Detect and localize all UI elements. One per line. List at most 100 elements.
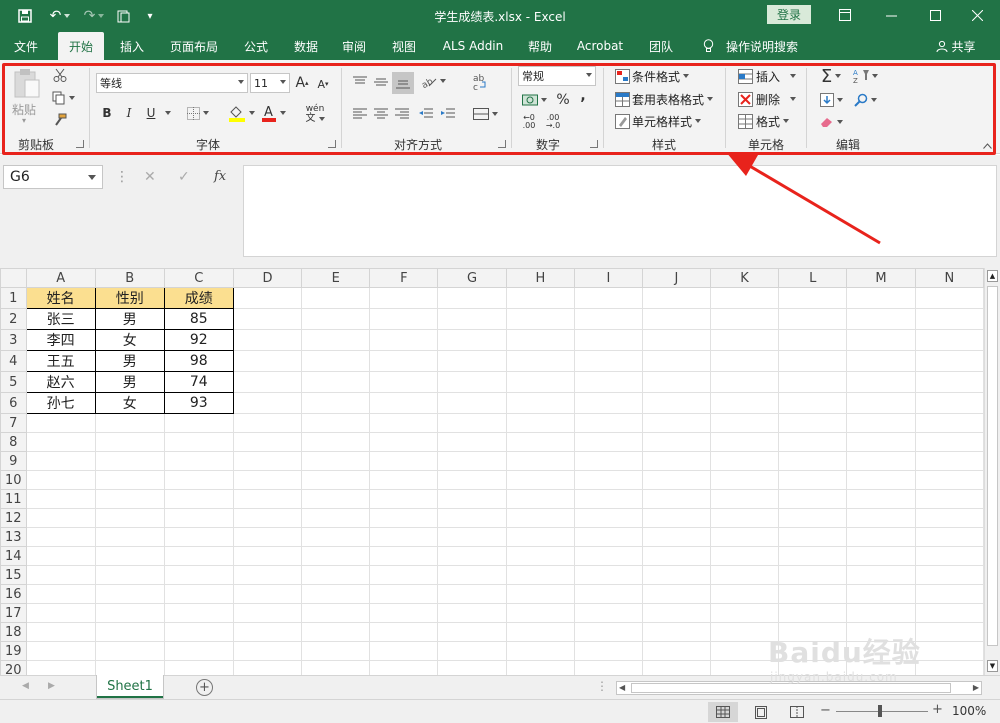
cell[interactable]	[94, 413, 165, 433]
cell[interactable]	[778, 451, 848, 471]
column-header[interactable]: D	[232, 268, 303, 288]
cell[interactable]	[709, 546, 780, 566]
align-right-icon[interactable]	[392, 104, 412, 124]
add-sheet-icon[interactable]: +	[196, 679, 213, 696]
cell[interactable]	[505, 413, 575, 433]
cell[interactable]	[369, 287, 439, 309]
cell[interactable]	[369, 546, 439, 566]
cell[interactable]	[301, 392, 371, 414]
confirm-entry-icon[interactable]: ✓	[178, 169, 190, 185]
format-as-table-button[interactable]: 套用表格格式	[632, 91, 714, 107]
cell[interactable]	[505, 451, 575, 471]
cell[interactable]	[94, 641, 165, 661]
cell[interactable]	[369, 451, 439, 471]
clear-eraser-icon[interactable]	[816, 112, 846, 132]
cell[interactable]	[709, 308, 780, 330]
cell[interactable]	[641, 392, 711, 414]
redo-icon[interactable]: ↷	[80, 6, 108, 26]
cell[interactable]	[25, 641, 96, 661]
cell[interactable]	[437, 287, 507, 309]
cell[interactable]	[641, 287, 711, 309]
cell[interactable]: 张三	[25, 308, 96, 330]
align-left-icon[interactable]	[350, 104, 370, 124]
cell[interactable]	[369, 432, 439, 452]
cell[interactable]	[232, 622, 303, 642]
format-painter-icon[interactable]	[50, 111, 70, 129]
cell[interactable]	[232, 329, 303, 351]
cell[interactable]	[641, 641, 711, 661]
phonetic-guide-button[interactable]: wén 文	[300, 102, 330, 126]
cell[interactable]	[437, 413, 507, 433]
row-header[interactable]: 9	[0, 451, 27, 471]
cell[interactable]	[709, 565, 780, 585]
cell[interactable]	[301, 641, 371, 661]
fill-icon[interactable]	[816, 90, 846, 110]
cell[interactable]	[846, 413, 916, 433]
align-bottom-icon[interactable]	[392, 72, 414, 94]
cell[interactable]	[232, 565, 303, 585]
cell[interactable]	[505, 660, 575, 675]
scroll-up-icon[interactable]: ▲	[987, 270, 998, 282]
cell[interactable]	[163, 603, 234, 623]
cell[interactable]	[914, 392, 984, 414]
cell[interactable]	[914, 287, 984, 309]
row-header[interactable]: 12	[0, 508, 27, 528]
cell[interactable]	[301, 413, 371, 433]
cell[interactable]	[573, 641, 643, 661]
cell[interactable]	[369, 392, 439, 414]
align-center-icon[interactable]	[371, 104, 391, 124]
cell[interactable]	[914, 451, 984, 471]
cell[interactable]	[505, 489, 575, 509]
cell[interactable]	[846, 641, 916, 661]
cell[interactable]	[846, 565, 916, 585]
cell[interactable]	[25, 489, 96, 509]
zoom-out-icon[interactable]: −	[820, 703, 831, 718]
cell[interactable]	[641, 371, 711, 393]
cell[interactable]	[573, 287, 643, 309]
vertical-scrollbar[interactable]: ▲ ▼	[984, 268, 1000, 675]
minimize-icon[interactable]	[868, 0, 914, 30]
cell[interactable]	[709, 641, 780, 661]
merge-center-icon[interactable]	[470, 104, 500, 124]
cell[interactable]	[94, 660, 165, 675]
cell[interactable]	[505, 308, 575, 330]
cell[interactable]	[505, 546, 575, 566]
cell[interactable]	[437, 622, 507, 642]
row-header[interactable]: 11	[0, 489, 27, 509]
zoom-level[interactable]: 100%	[952, 704, 986, 718]
cell[interactable]	[778, 329, 848, 351]
decrease-font-icon[interactable]: A ▾	[315, 76, 331, 92]
cell[interactable]	[641, 565, 711, 585]
cell[interactable]	[25, 413, 96, 433]
cell[interactable]	[25, 584, 96, 604]
cell[interactable]	[163, 622, 234, 642]
cell[interactable]	[641, 329, 711, 351]
cell[interactable]	[163, 660, 234, 675]
cell[interactable]	[914, 660, 984, 675]
cell[interactable]	[301, 451, 371, 471]
cell[interactable]	[914, 584, 984, 604]
row-header[interactable]: 17	[0, 603, 27, 623]
cell[interactable]	[573, 603, 643, 623]
cell[interactable]	[914, 329, 984, 351]
page-layout-view-icon[interactable]	[746, 702, 776, 722]
cell[interactable]	[846, 622, 916, 642]
cell[interactable]	[437, 432, 507, 452]
cell[interactable]	[232, 527, 303, 547]
cell[interactable]	[163, 565, 234, 585]
cell[interactable]	[573, 546, 643, 566]
tell-me-search[interactable]: 操作说明搜索	[722, 32, 802, 60]
cell[interactable]	[94, 527, 165, 547]
cell[interactable]	[846, 432, 916, 452]
column-header[interactable]: A	[25, 268, 96, 288]
percent-style-button[interactable]: %	[554, 90, 572, 110]
cell[interactable]	[369, 565, 439, 585]
cell[interactable]	[914, 413, 984, 433]
cell[interactable]	[369, 470, 439, 490]
cell[interactable]	[505, 565, 575, 585]
cell[interactable]: 男	[94, 350, 165, 372]
cell[interactable]	[709, 350, 780, 372]
tab-review[interactable]: 审阅	[332, 32, 376, 60]
cell[interactable]	[369, 508, 439, 528]
save-icon[interactable]	[14, 6, 36, 26]
